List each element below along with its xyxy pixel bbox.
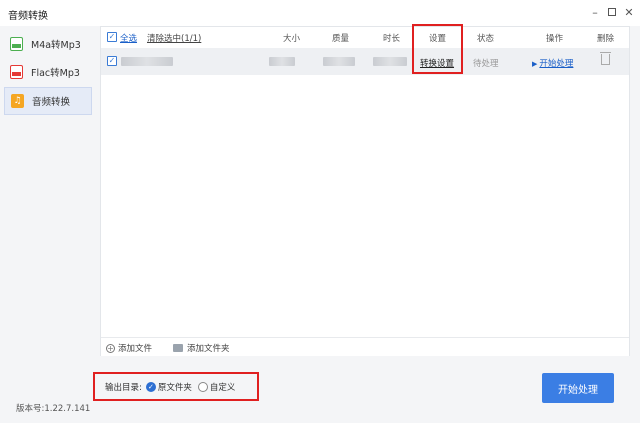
trash-icon[interactable] (600, 52, 611, 65)
column-duration: 时长 (383, 34, 401, 44)
play-icon: ▶ (532, 60, 538, 68)
add-folder-button[interactable]: 添加文件夹 (173, 342, 230, 354)
minimize-button[interactable]: – (587, 4, 603, 20)
file-toolbar: + 添加文件 添加文件夹 (101, 337, 629, 356)
table-row[interactable]: ✓ 转换设置 待处理 ▶ 开始处理 (101, 48, 629, 75)
plus-icon: + (106, 343, 115, 353)
output-directory-label: 输出目录: (105, 382, 142, 393)
start-process-button[interactable]: 开始处理 (542, 373, 614, 403)
settings-highlight-box (412, 24, 463, 74)
sidebar-item-m4a-to-mp3[interactable]: M4a转Mp3 (4, 30, 92, 58)
option-original-folder-label[interactable]: 原文件夹 (158, 381, 192, 393)
file-list-panel: ✓ 全选 清除选中(1/1) 大小 质量 时长 设置 状态 操作 删除 ✓ 转换… (100, 24, 630, 356)
column-delete: 删除 (597, 34, 615, 44)
table-header: ✓ 全选 清除选中(1/1) 大小 质量 时长 设置 状态 操作 删除 (101, 27, 629, 47)
version-label: 版本号:1.22.7.141 (16, 404, 91, 414)
column-size: 大小 (283, 34, 301, 44)
redacted-size (269, 57, 295, 66)
radio-original-folder[interactable]: ✓ (145, 381, 156, 392)
start-process-link[interactable]: ▶ 开始处理 (532, 57, 573, 69)
m4a-file-icon (10, 37, 23, 51)
sidebar-item-audio-convert[interactable]: ♫ 音频转换 (4, 87, 92, 115)
column-status: 状态 (477, 34, 495, 44)
row-checkbox[interactable]: ✓ (107, 56, 117, 66)
close-button[interactable]: ✕ (621, 4, 637, 20)
radio-custom[interactable] (197, 381, 208, 392)
select-all-checkbox[interactable]: ✓ (107, 32, 117, 42)
clear-selected-link[interactable]: 清除选中(1/1) (147, 32, 201, 44)
redacted-quality (323, 57, 355, 66)
select-all-link[interactable]: 全选 (120, 32, 137, 44)
flac-file-icon (10, 65, 23, 79)
sidebar-item-label: M4a转Mp3 (31, 40, 81, 51)
maximize-button[interactable] (604, 4, 620, 20)
status-text: 待处理 (473, 59, 499, 69)
title-bar: 音频转换 – ✕ (0, 0, 640, 26)
output-directory-group: 输出目录: ✓ 原文件夹 自定义 (93, 372, 259, 401)
sidebar-item-label: Flac转Mp3 (31, 68, 80, 79)
folder-icon (173, 344, 183, 352)
sidebar-item-label: 音频转换 (32, 97, 71, 108)
maximize-icon (608, 8, 616, 16)
redacted-filename (121, 57, 173, 66)
sidebar: M4a转Mp3 Flac转Mp3 ♫ 音频转换 (0, 26, 98, 423)
window-title: 音频转换 (8, 11, 48, 22)
column-quality: 质量 (332, 34, 350, 44)
column-action: 操作 (546, 34, 564, 44)
option-custom-label[interactable]: 自定义 (210, 381, 236, 393)
redacted-duration (373, 57, 407, 66)
sidebar-item-flac-to-mp3[interactable]: Flac转Mp3 (4, 58, 92, 86)
add-file-button[interactable]: + 添加文件 (106, 342, 152, 354)
music-note-icon: ♫ (11, 94, 24, 108)
